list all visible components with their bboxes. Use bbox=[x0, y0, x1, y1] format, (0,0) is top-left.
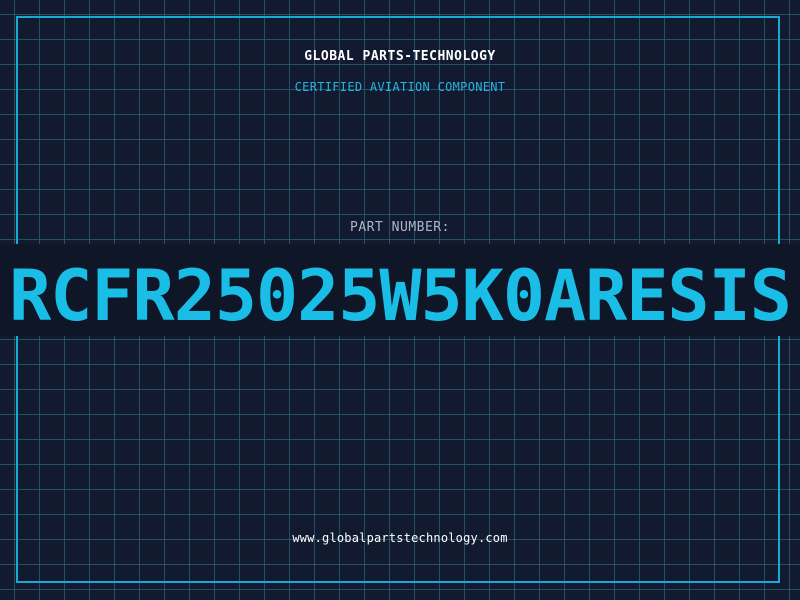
certificate-page: GLOBAL PARTS-TECHNOLOGY CERTIFIED AVIATI… bbox=[0, 0, 800, 600]
certification-subtitle: CERTIFIED AVIATION COMPONENT bbox=[294, 80, 506, 94]
website-url[interactable]: www.globalpartstechnology.com bbox=[0, 531, 800, 545]
part-number-value: RCFR25025W5K0ARESIS bbox=[9, 255, 792, 337]
company-name: GLOBAL PARTS-TECHNOLOGY bbox=[304, 49, 496, 64]
part-number-label: PART NUMBER: bbox=[350, 220, 450, 235]
